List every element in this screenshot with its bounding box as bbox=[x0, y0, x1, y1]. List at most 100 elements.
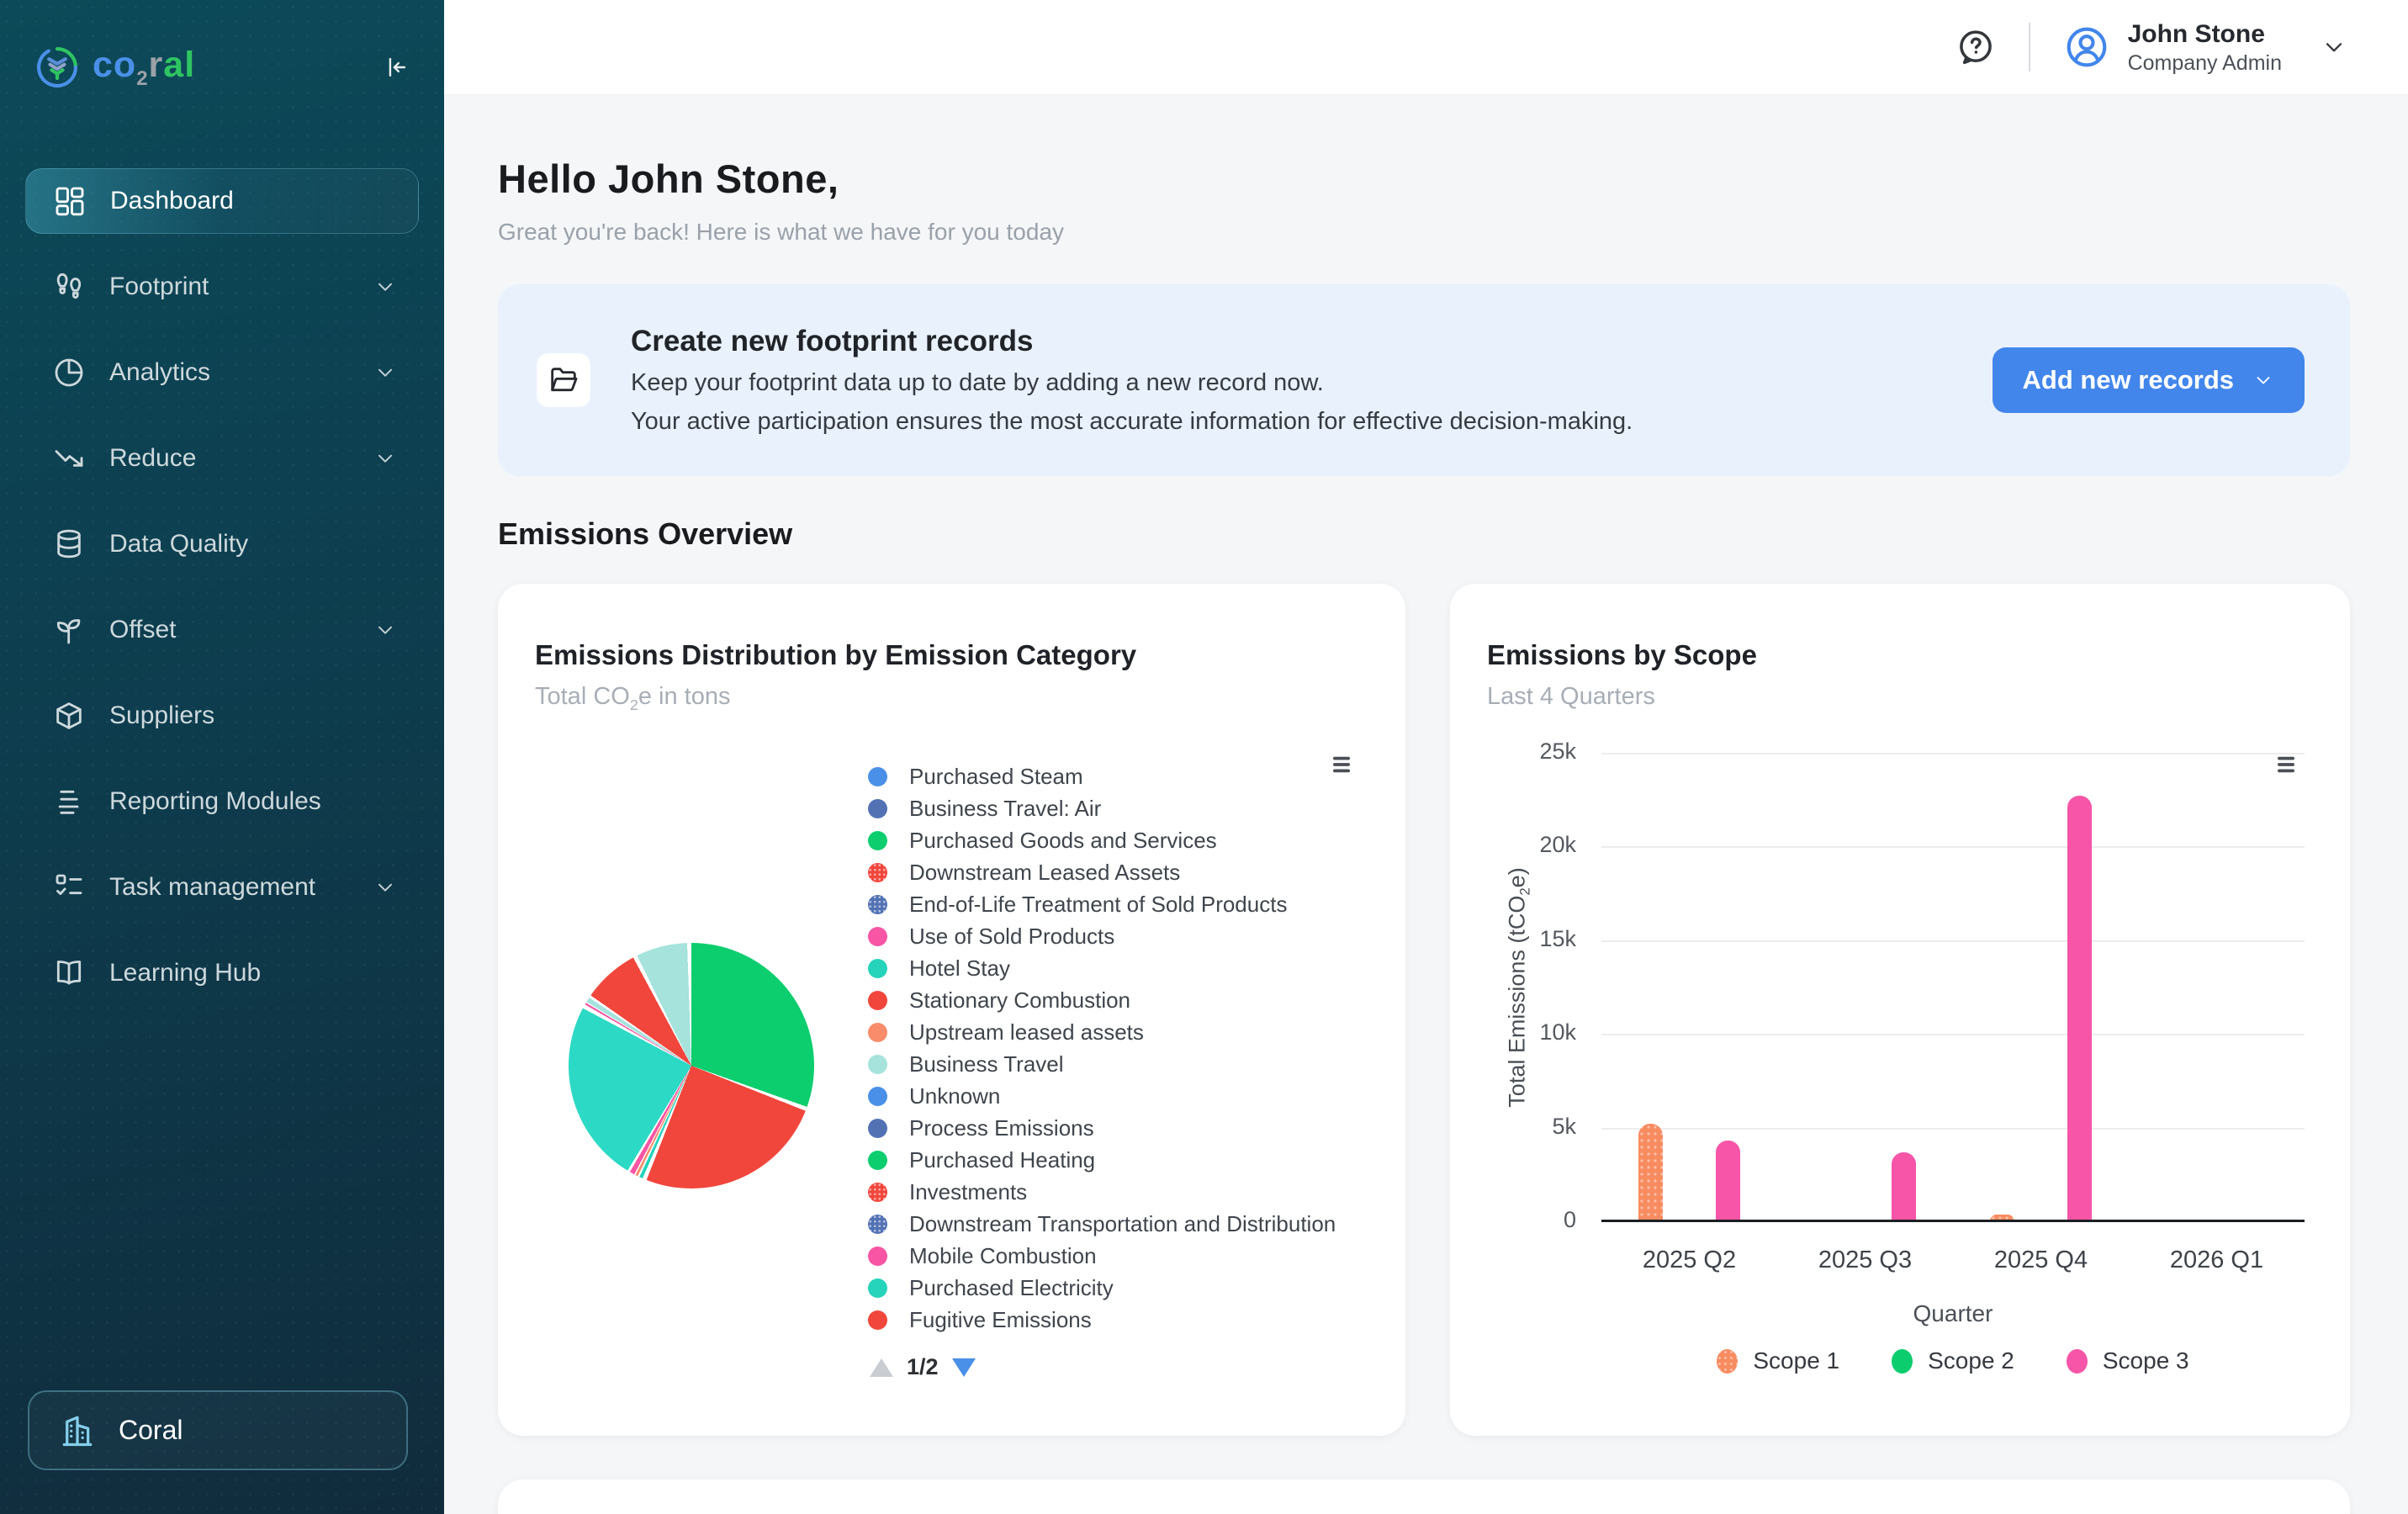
chevron-down-icon bbox=[373, 275, 397, 299]
legend-item-unknown[interactable]: Unknown bbox=[868, 1080, 1336, 1112]
sidebar-item-label: Dashboard bbox=[110, 187, 234, 215]
main-content: Hello John Stone, Great you're back! Her… bbox=[444, 95, 2408, 1514]
sidebar-item-learning-hub[interactable]: Learning Hub bbox=[25, 940, 419, 1006]
user-menu-chevron-icon[interactable] bbox=[2321, 34, 2347, 61]
legend-item-downstream-transportation-and-distribution[interactable]: Downstream Transportation and Distributi… bbox=[868, 1208, 1336, 1240]
legend-label: Purchased Electricity bbox=[909, 1275, 1114, 1301]
gridline bbox=[1601, 940, 2305, 942]
legend-item-purchased-steam[interactable]: Purchased Steam bbox=[868, 760, 1336, 792]
section-title: Emissions Overview bbox=[498, 516, 2350, 552]
gridline bbox=[1601, 1128, 2305, 1130]
legend-item-hotel-stay[interactable]: Hotel Stay bbox=[868, 952, 1336, 984]
legend-swatch bbox=[868, 799, 887, 818]
reduce-icon bbox=[52, 442, 86, 475]
add-new-records-button[interactable]: Add new records bbox=[1993, 347, 2305, 413]
user-info[interactable]: John Stone Company Admin bbox=[2128, 19, 2282, 76]
gridline bbox=[1601, 846, 2305, 848]
banner-line-1: Keep your footprint data up to date by a… bbox=[631, 369, 1633, 397]
x-axis-tick: 2025 Q2 bbox=[1597, 1247, 1782, 1274]
legend-swatch bbox=[868, 1023, 887, 1042]
legend-label: Fugitive Emissions bbox=[909, 1307, 1092, 1333]
bar-plot-area bbox=[1601, 753, 2305, 1221]
gridline bbox=[1601, 1034, 2305, 1035]
legend-swatch bbox=[868, 1183, 887, 1202]
user-avatar-icon[interactable] bbox=[2062, 23, 2111, 71]
y-axis-tick: 25k bbox=[1475, 738, 1576, 765]
bar-legend-item-scope-2[interactable]: Scope 2 bbox=[1892, 1347, 2014, 1374]
sidebar-item-task-management[interactable]: Task management bbox=[25, 855, 419, 920]
pie-card-title: Emissions Distribution by Emission Categ… bbox=[535, 639, 1368, 671]
charts-row: Emissions Distribution by Emission Categ… bbox=[498, 584, 2350, 1436]
legend-item-investments[interactable]: Investments bbox=[868, 1176, 1336, 1208]
building-icon bbox=[58, 1411, 97, 1450]
chevron-down-icon bbox=[373, 618, 397, 642]
sidebar-item-label: Reporting Modules bbox=[109, 787, 321, 816]
legend-swatch bbox=[868, 1151, 887, 1170]
org-switcher[interactable]: Coral bbox=[28, 1390, 408, 1470]
bar-legend-item-scope-1[interactable]: Scope 1 bbox=[1717, 1347, 1839, 1374]
sidebar-item-suppliers[interactable]: Suppliers bbox=[25, 683, 419, 749]
legend-label: Business Travel: Air bbox=[909, 796, 1101, 822]
legend-item-mobile-combustion[interactable]: Mobile Combustion bbox=[868, 1240, 1336, 1272]
page-greeting-subtitle: Great you're back! Here is what we have … bbox=[498, 219, 2350, 246]
sidebar-item-label: Reduce bbox=[109, 444, 196, 473]
bar-legend: Scope 1 Scope 2 Scope 3 bbox=[1601, 1347, 2305, 1374]
bar-card-subtitle: Last 4 Quarters bbox=[1487, 683, 2313, 711]
legend-prev-icon[interactable] bbox=[870, 1358, 893, 1377]
legend-swatch bbox=[868, 927, 887, 946]
legend-item-end-of-life-treatment-of-sold-products[interactable]: End-of-Life Treatment of Sold Products bbox=[868, 888, 1336, 920]
sidebar-item-reduce[interactable]: Reduce bbox=[25, 426, 419, 491]
next-section-card bbox=[498, 1480, 2350, 1514]
data-quality-icon bbox=[52, 527, 86, 561]
legend-next-icon[interactable] bbox=[952, 1358, 976, 1377]
sidebar-item-dashboard[interactable]: Dashboard bbox=[25, 168, 419, 234]
legend-item-upstream-leased-assets[interactable]: Upstream leased assets bbox=[868, 1016, 1336, 1048]
brand-wordmark: co2ral bbox=[93, 45, 195, 91]
banner-line-2: Your active participation ensures the mo… bbox=[631, 408, 1633, 436]
legend-item-fugitive-emissions[interactable]: Fugitive Emissions bbox=[868, 1304, 1336, 1336]
legend-label: Purchased Steam bbox=[909, 764, 1083, 790]
gridline bbox=[1601, 753, 2305, 754]
bar-legend-item-scope-3[interactable]: Scope 3 bbox=[2067, 1347, 2189, 1374]
top-bar: John Stone Company Admin bbox=[444, 0, 2408, 95]
user-name: John Stone bbox=[2128, 19, 2282, 50]
sidebar-item-offset[interactable]: Offset bbox=[25, 597, 419, 663]
legend-item-purchased-electricity[interactable]: Purchased Electricity bbox=[868, 1272, 1336, 1304]
legend-item-business-travel[interactable]: Business Travel bbox=[868, 1048, 1336, 1080]
legend-label: End-of-Life Treatment of Sold Products bbox=[909, 892, 1287, 918]
legend-swatch bbox=[868, 1278, 887, 1298]
dashboard-icon bbox=[53, 184, 87, 218]
sidebar-item-label: Suppliers bbox=[109, 701, 214, 730]
bar-scope-3-2025-q3 bbox=[1892, 1152, 1916, 1221]
sidebar-item-reporting-modules[interactable]: Reporting Modules bbox=[25, 769, 419, 834]
legend-swatch bbox=[868, 1215, 887, 1234]
legend-label: Business Travel bbox=[909, 1051, 1064, 1077]
legend-label: Mobile Combustion bbox=[909, 1243, 1097, 1269]
sidebar-item-data-quality[interactable]: Data Quality bbox=[25, 511, 419, 577]
sidebar: co2ral Dashboard Footprint Analytics Reduce… bbox=[0, 0, 444, 1514]
sidebar-collapse-icon[interactable] bbox=[382, 53, 410, 82]
legend-item-downstream-leased-assets[interactable]: Downstream Leased Assets bbox=[868, 856, 1336, 888]
legend-item-stationary-combustion[interactable]: Stationary Combustion bbox=[868, 984, 1336, 1016]
legend-swatch bbox=[868, 1055, 887, 1074]
legend-label: Scope 1 bbox=[1753, 1347, 1839, 1374]
sidebar-item-label: Data Quality bbox=[109, 530, 248, 558]
bar-scope-3-2025-q4 bbox=[2067, 796, 2092, 1221]
reporting-icon bbox=[52, 785, 86, 818]
sidebar-item-analytics[interactable]: Analytics bbox=[25, 340, 419, 405]
bar-card-title: Emissions by Scope bbox=[1487, 639, 2313, 671]
legend-label: Hotel Stay bbox=[909, 956, 1010, 982]
learning-icon bbox=[52, 956, 86, 990]
sidebar-item-footprint[interactable]: Footprint bbox=[25, 254, 419, 320]
legend-item-process-emissions[interactable]: Process Emissions bbox=[868, 1112, 1336, 1144]
legend-item-use-of-sold-products[interactable]: Use of Sold Products bbox=[868, 920, 1336, 952]
legend-pager: 1/2 bbox=[870, 1354, 976, 1380]
legend-item-purchased-heating[interactable]: Purchased Heating bbox=[868, 1144, 1336, 1176]
legend-swatch bbox=[868, 767, 887, 786]
pie-legend: Purchased SteamBusiness Travel: AirPurch… bbox=[868, 760, 1336, 1336]
legend-label: Downstream Transportation and Distributi… bbox=[909, 1211, 1336, 1237]
legend-item-business-travel-air[interactable]: Business Travel: Air bbox=[868, 792, 1336, 824]
user-role: Company Admin bbox=[2128, 51, 2282, 76]
help-icon[interactable] bbox=[1955, 26, 1997, 68]
legend-item-purchased-goods-and-services[interactable]: Purchased Goods and Services bbox=[868, 824, 1336, 856]
